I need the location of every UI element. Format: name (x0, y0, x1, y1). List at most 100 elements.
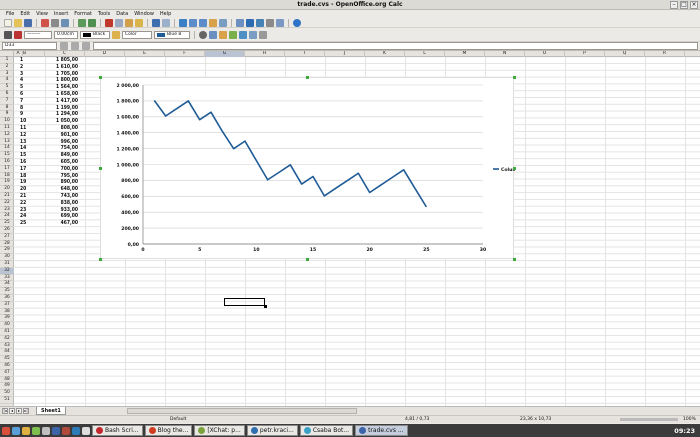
area-fill-icon[interactable] (112, 30, 120, 39)
row-header[interactable]: 6 (0, 91, 14, 98)
cell-b[interactable]: 743,00 (28, 193, 78, 200)
taskbar-window-button[interactable]: Bash Scri... (92, 425, 143, 436)
row-header[interactable]: 35 (0, 288, 14, 295)
redo-icon[interactable] (162, 18, 170, 27)
files-launcher-icon[interactable] (22, 426, 30, 435)
menu-data[interactable]: Data (113, 10, 131, 18)
sort-descending-icon[interactable] (199, 18, 207, 27)
row-header[interactable]: 50 (0, 390, 14, 397)
selection-handle[interactable] (513, 258, 516, 261)
function-wizard-icon[interactable] (60, 42, 68, 50)
cell-b[interactable]: 1 658,00 (28, 91, 78, 98)
close-icon[interactable]: × (690, 1, 698, 9)
rotate-icon[interactable] (209, 30, 217, 39)
taskbar-window-button[interactable]: [XChat: p... (194, 425, 245, 436)
cell-area[interactable]: 11 805,00 2 1 610,00 3 1 705,00 4 1 800,00 5 1 5… (14, 57, 700, 406)
navigator-icon[interactable] (246, 18, 254, 27)
row-header[interactable]: 31 (0, 261, 14, 268)
selection-handle[interactable] (306, 76, 309, 79)
arrow-style-icon[interactable] (14, 30, 22, 39)
sum-icon[interactable] (71, 42, 79, 50)
row-header[interactable]: 45 (0, 356, 14, 363)
paste-icon[interactable] (125, 18, 133, 27)
row-header[interactable]: 11 (0, 125, 14, 132)
row-header[interactable]: 32 (0, 267, 14, 275)
cell-b[interactable]: 467,00 (28, 220, 78, 227)
undo-icon[interactable] (152, 18, 160, 27)
cell-b[interactable]: 1 564,00 (28, 84, 78, 91)
row-header[interactable]: 41 (0, 329, 14, 336)
save-icon[interactable] (24, 18, 32, 27)
selection-handle[interactable] (513, 167, 516, 170)
insert-chart-icon[interactable] (209, 18, 217, 27)
function-icon[interactable] (82, 42, 90, 50)
row-header[interactable]: 1 (0, 57, 14, 64)
find-replace-icon[interactable] (236, 18, 244, 27)
shadow-icon[interactable] (199, 30, 207, 39)
cell-cursor[interactable] (224, 297, 267, 308)
spellcheck-icon[interactable] (78, 18, 86, 27)
row-header[interactable]: 21 (0, 193, 14, 200)
row-header[interactable]: 42 (0, 336, 14, 343)
menu-view[interactable]: View (33, 10, 51, 18)
selection-handle[interactable] (99, 167, 102, 170)
export-pdf-icon[interactable] (41, 18, 49, 27)
maximize-icon[interactable]: □ (680, 1, 688, 9)
terminal-launcher-icon[interactable] (32, 426, 40, 435)
selection-handle[interactable] (306, 258, 309, 261)
menu-insert[interactable]: Insert (51, 10, 71, 18)
open-folder-icon[interactable] (14, 18, 22, 27)
row-header[interactable]: 40 (0, 322, 14, 329)
hyperlink-icon[interactable] (179, 18, 187, 27)
row-header[interactable]: 36 (0, 295, 14, 302)
row-header[interactable]: 46 (0, 363, 14, 370)
cell-b[interactable]: 1 199,00 (28, 105, 78, 112)
zoom-slider[interactable] (620, 418, 678, 421)
row-header[interactable]: 25 (0, 220, 14, 227)
row-header[interactable]: 51 (0, 397, 14, 404)
clone-format-icon[interactable] (135, 18, 143, 27)
gallery-icon[interactable] (256, 18, 264, 27)
cell-b[interactable]: 1 705,00 (28, 71, 78, 78)
spreadsheet-grid[interactable]: ABCDEFGHIJKLMNOPQR 1 2 3 4 5 6 7 8 9 10 11 12 13 14 15… (0, 51, 700, 406)
cell-b[interactable]: 838,00 (28, 200, 78, 207)
row-header[interactable]: 37 (0, 302, 14, 309)
last-sheet-icon[interactable]: ▸| (23, 408, 29, 414)
anchor-icon[interactable] (249, 30, 257, 39)
cell-b[interactable]: 1 417,00 (28, 98, 78, 105)
cell-b[interactable]: 1 610,00 (28, 64, 78, 71)
taskbar-window-button[interactable]: trade.cvs ... (355, 425, 408, 436)
show-draw-functions-icon[interactable] (219, 18, 227, 27)
line-width-field[interactable]: 0.00cm (54, 30, 78, 39)
line-icon[interactable] (4, 30, 12, 39)
next-sheet-icon[interactable]: ▸ (16, 408, 22, 414)
writer-launcher-icon[interactable] (72, 426, 80, 435)
data-sources-icon[interactable] (266, 18, 274, 27)
cell-b[interactable]: 754,00 (28, 145, 78, 152)
taskbar-window-button[interactable]: Csaba Bot... (299, 425, 354, 436)
cell-b[interactable]: 808,00 (28, 125, 78, 132)
row-header[interactable]: 7 (0, 98, 14, 105)
cell-b[interactable]: 996,00 (28, 139, 78, 146)
row-header[interactable]: 5 (0, 84, 14, 91)
menu-tools[interactable]: Tools (95, 10, 113, 18)
cell-b[interactable]: 1 294,00 (28, 111, 78, 118)
name-box[interactable]: D33 (2, 42, 57, 50)
cut-icon[interactable] (105, 18, 113, 27)
cell-b[interactable]: 699,00 (28, 213, 78, 220)
row-header[interactable]: 10 (0, 118, 14, 125)
cell-b[interactable]: 849,00 (28, 152, 78, 159)
cell-b[interactable]: 1 805,00 (28, 57, 78, 64)
cell-b[interactable]: 901,00 (28, 132, 78, 139)
taskbar-window-button[interactable]: Blog the... (144, 425, 193, 436)
row-header[interactable]: 30 (0, 254, 14, 261)
row-header[interactable]: 27 (0, 234, 14, 241)
minimize-icon[interactable]: – (670, 1, 678, 9)
horizontal-scrollbar[interactable] (126, 408, 357, 414)
line-chart[interactable]: 0,00 200,00 400,00 600,00 800,00 1 000,00 1 20… (99, 76, 526, 261)
row-header[interactable]: 16 (0, 159, 14, 166)
selection-handle[interactable] (99, 258, 102, 261)
new-document-icon[interactable] (4, 18, 12, 27)
cell-b[interactable]: 700,00 (28, 166, 78, 173)
autospell-icon[interactable] (88, 18, 96, 27)
